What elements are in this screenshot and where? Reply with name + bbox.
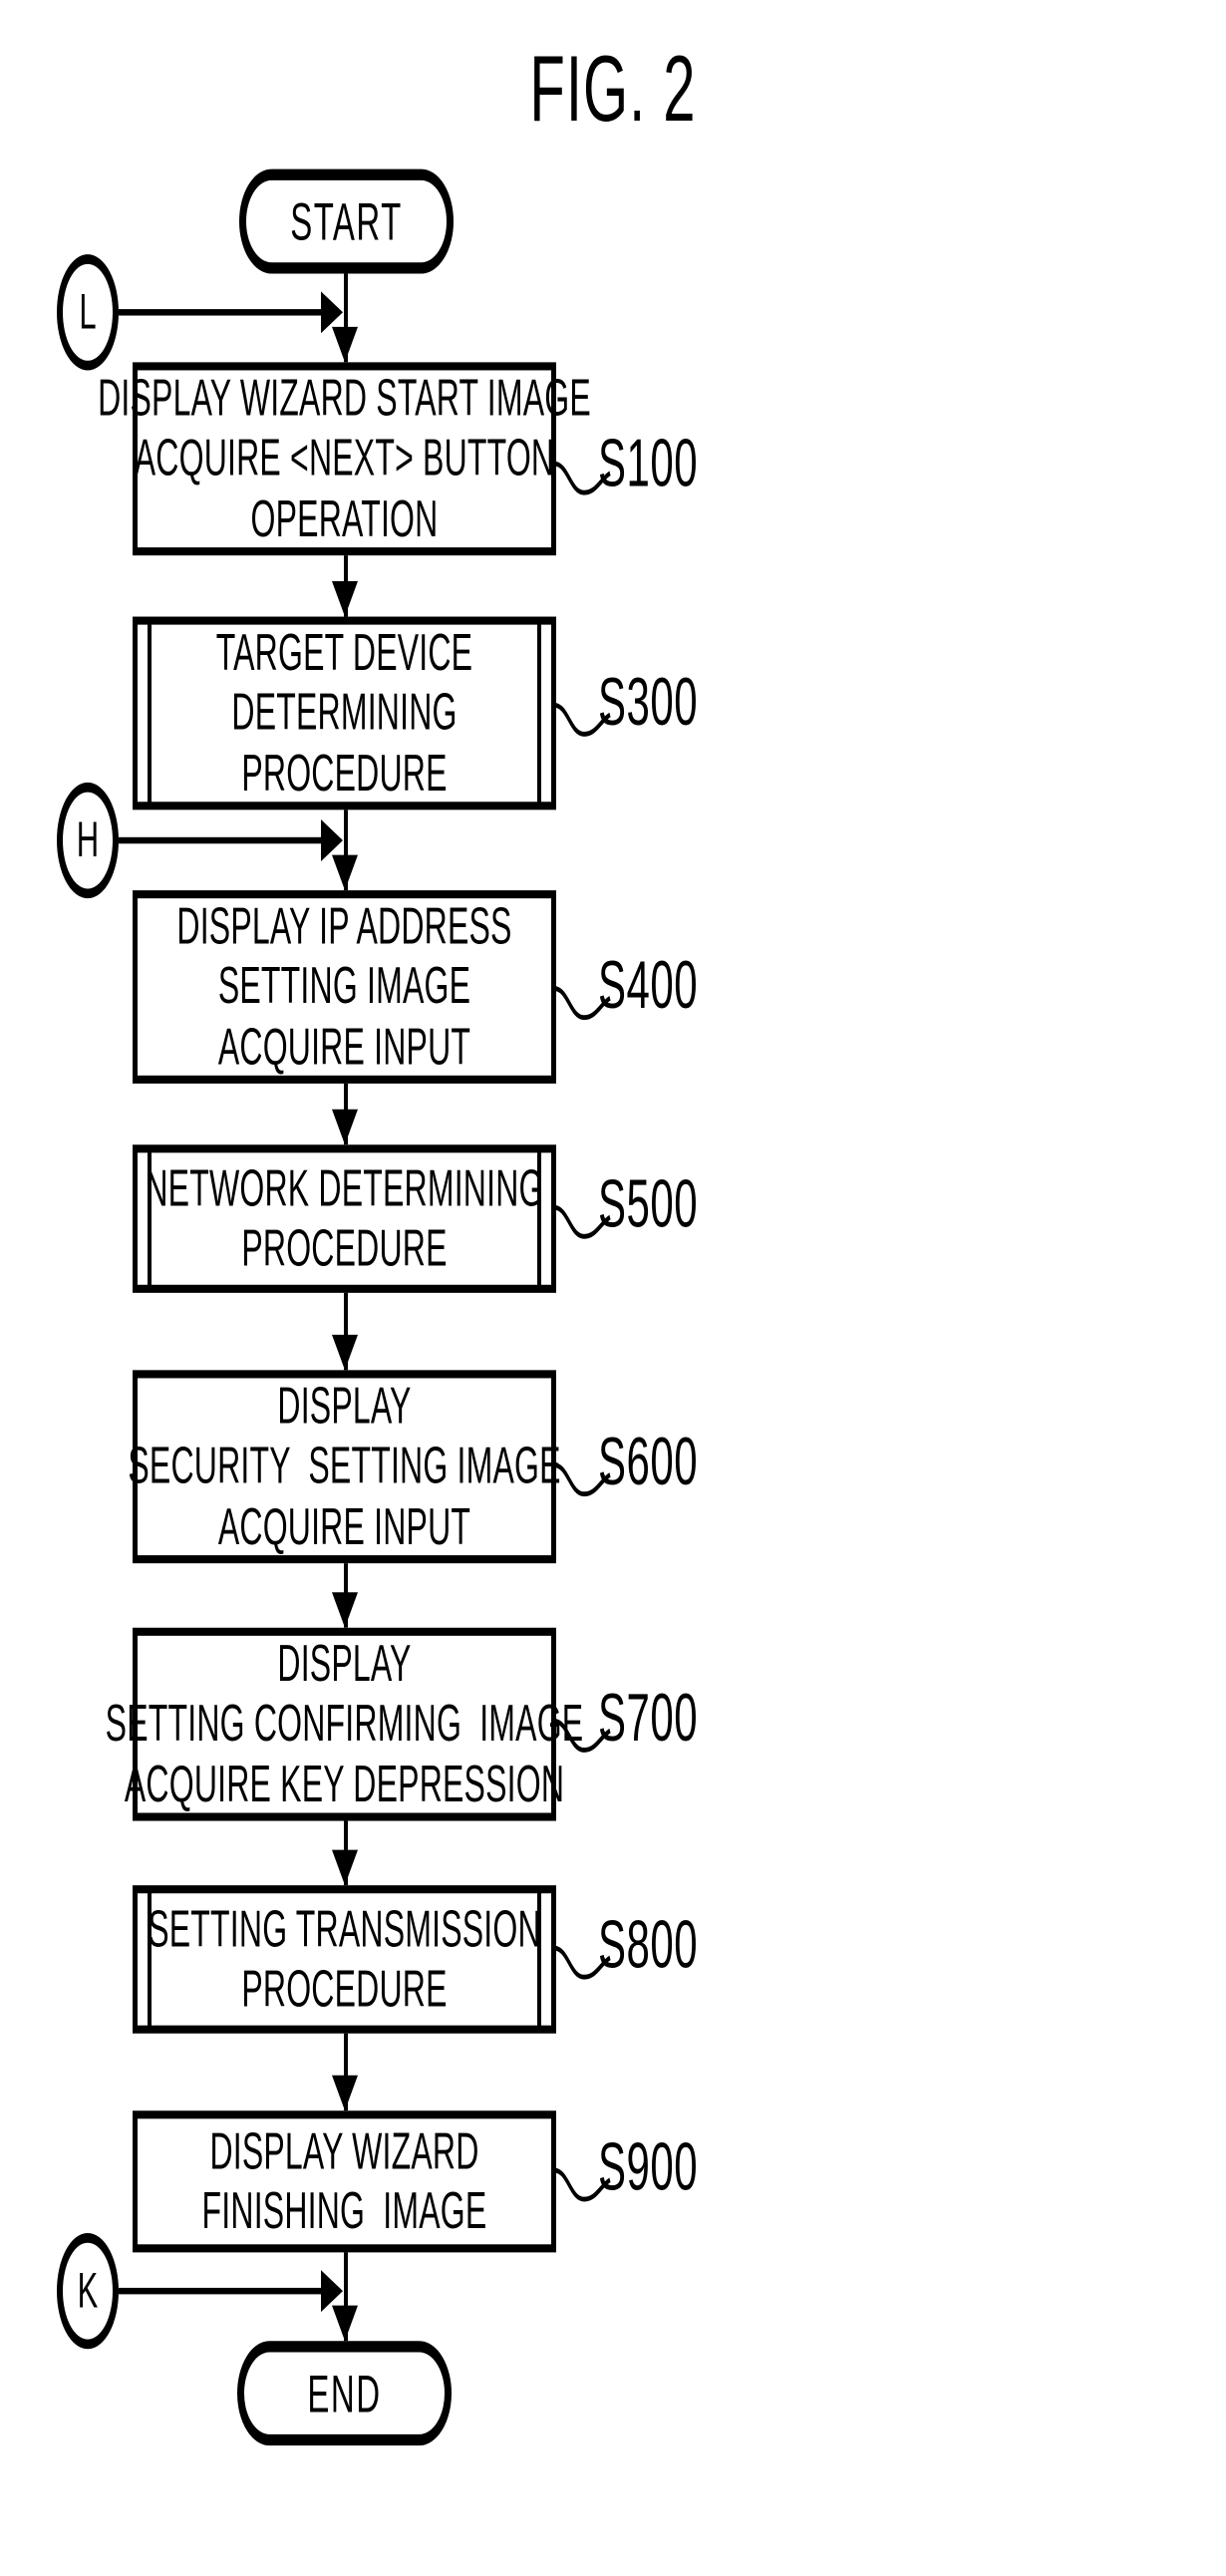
process-box-s100: DISPLAY WIZARD START IMAGE ACQUIRE <NEXT…: [98, 362, 591, 556]
connector-l-label: L: [79, 283, 97, 340]
connector-h-label: H: [76, 810, 100, 868]
arrow-k-to-main: [321, 2270, 343, 2313]
step-ref-s900: S900: [598, 2128, 699, 2204]
arrow-s800-to-s900: [332, 2075, 358, 2111]
step-ref-s800: S800: [598, 1906, 699, 1983]
process-s700-line-2: SETTING CONFIRMING IMAGE: [105, 1694, 584, 1753]
flow-line-k-to-main: [119, 2287, 323, 2295]
process-box-s700: DISPLAY SETTING CONFIRMING IMAGE ACQUIRE…: [106, 1627, 583, 1821]
flow-line-l-to-main: [119, 309, 323, 316]
arrow-s100-to-s300: [332, 581, 358, 617]
step-ref-s500: S500: [598, 1165, 699, 1242]
step-ref-s600: S600: [598, 1423, 699, 1499]
terminator-end: END: [237, 2341, 452, 2446]
process-s100-line-2: ACQUIRE <NEXT> BUTTON: [134, 429, 555, 487]
arrow-h-to-main: [321, 819, 343, 862]
process-s300-line-2: DETERMINING: [231, 683, 458, 742]
step-ref-s300: S300: [598, 663, 699, 740]
process-s100-line-3: OPERATION: [250, 488, 439, 547]
terminator-start: START: [239, 168, 454, 274]
process-s400-line-2: SETTING IMAGE: [217, 957, 471, 1016]
process-s400-line-3: ACQUIRE INPUT: [217, 1016, 471, 1076]
process-s300-line-3: PROCEDURE: [241, 743, 448, 802]
step-ref-s700: S700: [598, 1679, 699, 1756]
terminator-end-label: END: [307, 2363, 382, 2422]
process-s700-line-3: ACQUIRE KEY DEPRESSION: [124, 1754, 565, 1812]
step-ref-s400: S400: [598, 946, 699, 1023]
arrow-l-to-main: [321, 291, 343, 334]
process-s800-line-1: SETTING TRANSMISSION: [148, 1899, 541, 1958]
process-box-s800: SETTING TRANSMISSION PROCEDURE: [133, 1885, 556, 2034]
connector-circle-l: L: [57, 254, 119, 371]
process-s900-line-1: DISPLAY WIZARD: [209, 2121, 479, 2180]
process-s100-line-1: DISPLAY WIZARD START IMAGE: [98, 369, 591, 428]
arrow-s400-to-s500: [332, 1109, 358, 1145]
arrow-s500-to-s600: [332, 1334, 358, 1371]
process-s900-line-2: FINISHING IMAGE: [201, 2181, 487, 2240]
connector-circle-k: K: [57, 2233, 119, 2350]
process-s300-line-1: TARGET DEVICE: [215, 623, 473, 682]
process-s800-line-2: PROCEDURE: [241, 1959, 448, 2018]
process-box-s600: DISPLAY SECURITY SETTING IMAGE ACQUIRE I…: [128, 1370, 560, 1564]
figure-title: FIG. 2: [529, 37, 697, 143]
arrow-s600-to-s700: [332, 1592, 358, 1628]
connector-circle-h: H: [57, 782, 119, 899]
flow-line-h-to-main: [119, 836, 323, 844]
process-s500-line-2: PROCEDURE: [241, 1218, 448, 1277]
process-box-s900: DISPLAY WIZARD FINISHING IMAGE: [133, 2110, 556, 2253]
process-box-s300: TARGET DEVICE DETERMINING PROCEDURE: [133, 616, 556, 810]
process-box-s500: NETWORK DETERMINING PROCEDURE: [133, 1144, 556, 1293]
process-s500-line-1: NETWORK DETERMINING: [145, 1158, 544, 1217]
process-s700-line-1: DISPLAY: [277, 1634, 412, 1693]
process-s600-line-2: SECURITY SETTING IMAGE: [128, 1437, 561, 1495]
process-s600-line-3: ACQUIRE INPUT: [217, 1496, 471, 1555]
process-box-s400: DISPLAY IP ADDRESS SETTING IMAGE ACQUIRE…: [133, 890, 556, 1084]
step-ref-s100: S100: [598, 425, 699, 501]
process-s400-line-1: DISPLAY IP ADDRESS: [176, 897, 512, 956]
figure-page: FIG. 2 START L DISPLAY WIZARD START IMAG…: [0, 0, 1226, 2576]
terminator-start-label: START: [290, 190, 403, 251]
connector-k-label: K: [77, 2262, 99, 2319]
arrow-s700-to-s800: [332, 1849, 358, 1886]
process-s600-line-1: DISPLAY: [277, 1377, 412, 1436]
